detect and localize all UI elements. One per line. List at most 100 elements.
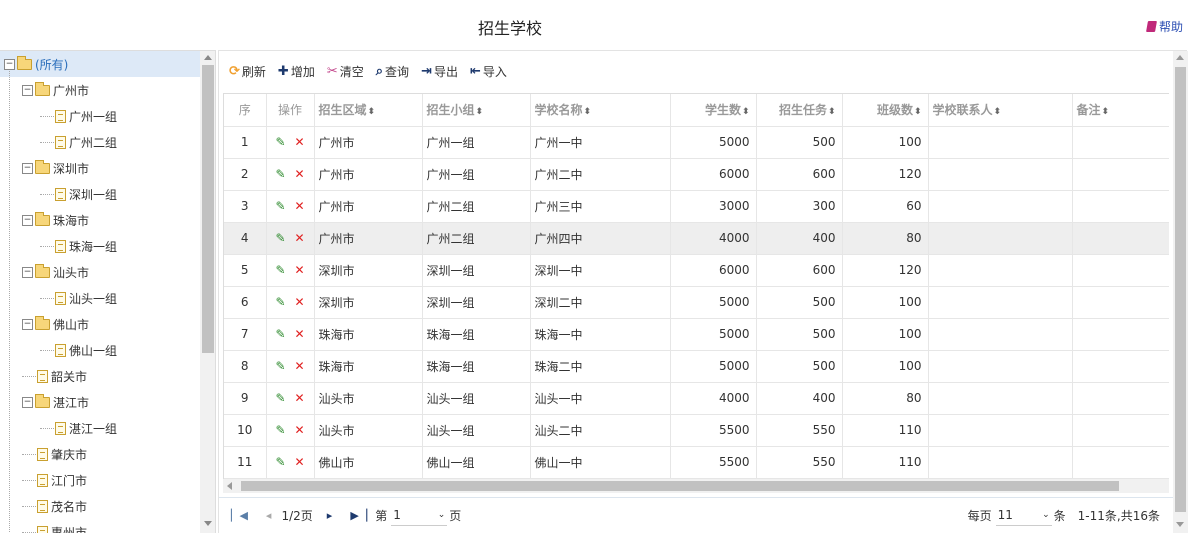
tree-item[interactable]: 湛江一组 [0,415,200,441]
tree-item[interactable]: 珠海一组 [0,233,200,259]
tree-item[interactable]: 韶关市 [0,363,200,389]
table-row[interactable]: 8 ✎ ✕ 珠海市 珠海一组 珠海二中 5000 500 100 [224,350,1169,383]
tree-item[interactable]: − (所有) [0,51,200,77]
delete-x-icon[interactable]: ✕ [295,455,305,469]
delete-x-icon[interactable]: ✕ [295,359,305,373]
collapse-toggle-icon[interactable]: − [22,214,33,226]
collapse-toggle-icon[interactable]: − [22,396,33,408]
collapse-toggle-icon[interactable]: − [22,266,33,278]
table-row[interactable]: 6 ✎ ✕ 深圳市 深圳一组 深圳二中 5000 500 100 [224,286,1169,319]
delete-x-icon[interactable]: ✕ [295,263,305,277]
tree-item[interactable]: − 广州市 [0,77,200,103]
scroll-down-icon[interactable] [204,521,212,526]
collapse-toggle-icon[interactable]: − [22,318,33,330]
col-school-header[interactable]: 学校名称⬍ [530,94,671,127]
tree-item[interactable]: − 佛山市 [0,311,200,337]
edit-pencil-icon[interactable]: ✎ [275,135,285,149]
table-row[interactable]: 3 ✎ ✕ 广州市 广州二组 广州三中 3000 300 60 [224,190,1169,223]
tree-item[interactable]: − 珠海市 [0,207,200,233]
table-row[interactable]: 2 ✎ ✕ 广州市 广州一组 广州二中 6000 600 120 [224,158,1169,191]
table-row[interactable]: 5 ✎ ✕ 深圳市 深圳一组 深圳一中 6000 600 120 [224,254,1169,287]
region-tree-panel: − (所有) − 广州市 广州一组 广州二组 − 深圳市 深圳一组 − 珠海市 珠海一组 − 汕头市 汕头一… [0,50,216,533]
col-remark-header[interactable]: 备注⬍ [1072,94,1169,127]
table-row[interactable]: 4 ✎ ✕ 广州市 广州二组 广州四中 4000 400 80 [224,222,1169,255]
tree-scroll-thumb[interactable] [202,65,214,353]
next-page-icon[interactable]: ▸ [327,509,333,522]
goto-page-select[interactable]: 1 ⌄ [391,506,448,526]
table-row[interactable]: 1 ✎ ✕ 广州市 广州一组 广州一中 5000 500 100 [224,126,1169,159]
query-label: 查询 [385,64,410,79]
tree-item[interactable]: 汕头一组 [0,285,200,311]
tree-item[interactable]: 茂名市 [0,493,200,519]
col-group-header[interactable]: 招生小组⬍ [422,94,531,127]
table-hscroll-thumb[interactable] [241,481,1119,491]
scroll-up-icon[interactable] [1176,55,1184,60]
edit-pencil-icon[interactable]: ✎ [275,455,285,469]
edit-pencil-icon[interactable]: ✎ [275,231,285,245]
first-page-icon[interactable]: ▏◀ [231,509,248,522]
scroll-up-icon[interactable] [204,55,212,60]
delete-x-icon[interactable]: ✕ [295,199,305,213]
col-task-header[interactable]: 招生任务⬍ [756,94,843,127]
cell-contact [928,254,1073,287]
main-vscroll-thumb[interactable] [1175,67,1186,512]
delete-x-icon[interactable]: ✕ [295,391,305,405]
tree-item[interactable]: 佛山一组 [0,337,200,363]
document-icon [37,447,48,461]
tree-scrollbar[interactable] [200,51,215,533]
delete-x-icon[interactable]: ✕ [295,423,305,437]
tree-item[interactable]: 江门市 [0,467,200,493]
query-button[interactable]: ⌕ 查询 [376,63,409,80]
tree-item[interactable]: 广州一组 [0,103,200,129]
delete-x-icon[interactable]: ✕ [295,327,305,341]
cell-school: 深圳一中 [530,254,671,287]
tree-item[interactable]: 广州二组 [0,129,200,155]
collapse-toggle-icon[interactable]: − [22,162,33,174]
prev-page-icon[interactable]: ◂ [266,509,272,522]
edit-pencil-icon[interactable]: ✎ [275,263,285,277]
table-row[interactable]: 9 ✎ ✕ 汕头市 汕头一组 汕头一中 4000 400 80 [224,382,1169,415]
cell-group: 珠海一组 [422,318,531,351]
collapse-toggle-icon[interactable]: − [4,58,15,70]
edit-pencil-icon[interactable]: ✎ [275,295,285,309]
delete-x-icon[interactable]: ✕ [295,167,305,181]
refresh-button[interactable]: ⟳ 刷新 [229,63,266,80]
tree-item[interactable]: 肇庆市 [0,441,200,467]
scroll-down-icon[interactable] [1176,522,1184,527]
edit-pencil-icon[interactable]: ✎ [275,391,285,405]
help-link[interactable]: 帮助 [1146,18,1183,35]
tree-item[interactable]: 深圳一组 [0,181,200,207]
col-students-header[interactable]: 学生数⬍ [670,94,757,127]
delete-x-icon[interactable]: ✕ [295,295,305,309]
per-page-select[interactable]: 11 ⌄ [995,506,1052,526]
clear-button[interactable]: ✂ 清空 [327,63,364,80]
col-contact-header[interactable]: 学校联系人⬍ [928,94,1073,127]
import-button[interactable]: ⇤ 导入 [470,63,507,80]
edit-pencil-icon[interactable]: ✎ [275,199,285,213]
tree-item[interactable]: − 湛江市 [0,389,200,415]
edit-pencil-icon[interactable]: ✎ [275,359,285,373]
tree-item[interactable]: − 汕头市 [0,259,200,285]
col-classes-header[interactable]: 班级数⬍ [842,94,929,127]
delete-x-icon[interactable]: ✕ [295,135,305,149]
collapse-toggle-icon[interactable]: − [22,84,33,96]
table-row[interactable]: 11 ✎ ✕ 佛山市 佛山一组 佛山一中 5500 550 110 [224,446,1169,479]
delete-x-icon[interactable]: ✕ [295,231,305,245]
main-vertical-scrollbar[interactable] [1173,51,1188,533]
col-region-header[interactable]: 招生区域⬍ [314,94,423,127]
table-horizontal-scrollbar[interactable] [223,479,1169,493]
edit-pencil-icon[interactable]: ✎ [275,327,285,341]
cell-students: 5000 [670,126,757,159]
table-row[interactable]: 7 ✎ ✕ 珠海市 珠海一组 珠海一中 5000 500 100 [224,318,1169,351]
tree-item[interactable]: − 深圳市 [0,155,200,181]
table-row[interactable]: 10 ✎ ✕ 汕头市 汕头一组 汕头二中 5500 550 110 [224,414,1169,447]
plus-icon: ✚ [277,63,289,79]
edit-pencil-icon[interactable]: ✎ [275,423,285,437]
edit-pencil-icon[interactable]: ✎ [275,167,285,181]
add-button[interactable]: ✚ 增加 [278,63,315,80]
cell-contact [928,190,1073,223]
scroll-left-icon[interactable] [227,482,232,490]
tree-item[interactable]: 惠州市 [0,519,200,533]
export-button[interactable]: ⇥ 导出 [421,63,458,80]
last-page-icon[interactable]: ▶▕ [350,509,367,522]
